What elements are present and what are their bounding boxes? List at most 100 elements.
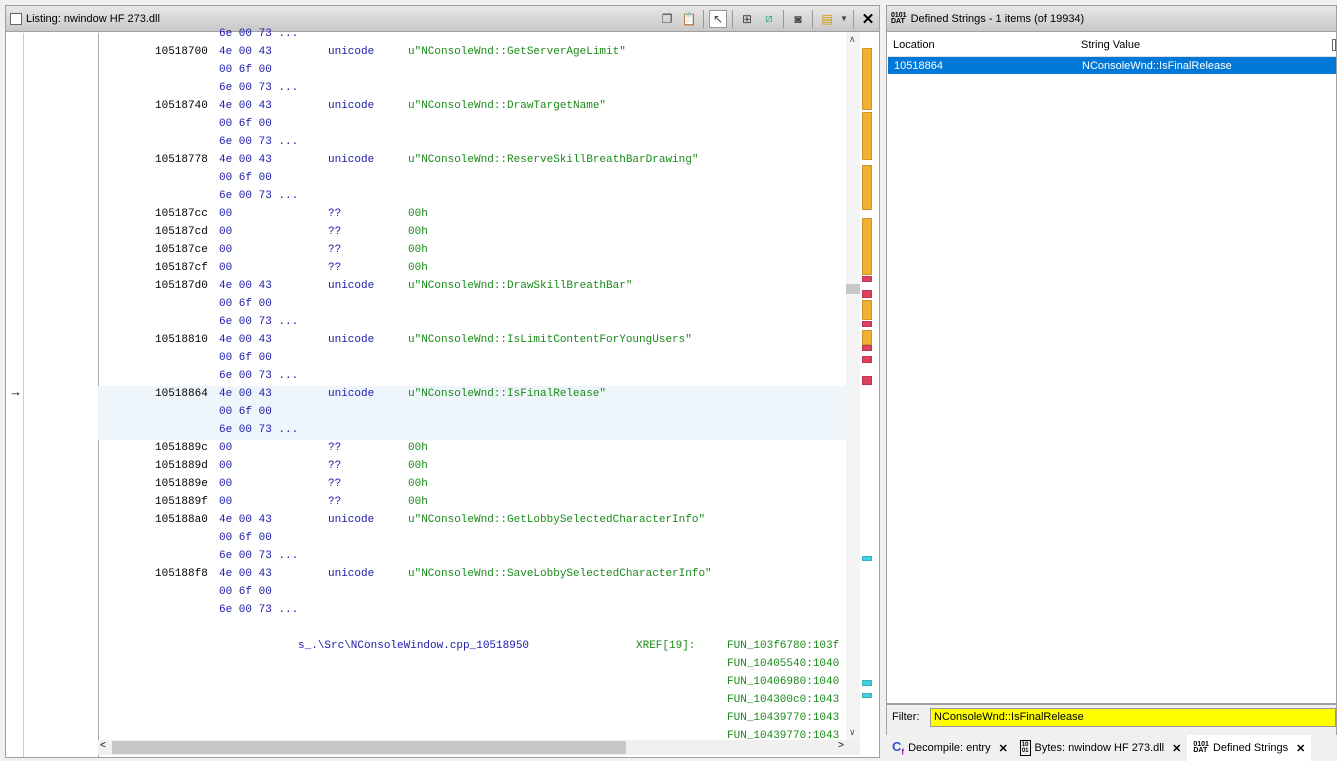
listing-address[interactable]: 105187ce (155, 244, 208, 256)
listing-mnemonic[interactable]: unicode (328, 388, 374, 400)
listing-mnemonic[interactable]: unicode (328, 280, 374, 292)
listing-operand[interactable]: 00h (408, 460, 428, 472)
listing-mnemonic[interactable]: unicode (328, 568, 374, 580)
listing-bytes[interactable]: 4e 00 43 (219, 100, 272, 112)
column-header-location[interactable]: Location (893, 39, 935, 51)
listing-bytes[interactable]: 00 6f 00 (219, 172, 272, 184)
listing-mnemonic[interactable]: ?? (328, 262, 341, 274)
close-icon[interactable]: ✕ (1172, 742, 1181, 755)
snapshot-icon[interactable]: ◙ (789, 10, 807, 28)
xref-entry[interactable]: FUN_103f6780:103f (727, 640, 839, 652)
listing-address[interactable]: 10518700 (155, 46, 208, 58)
xref-entry[interactable]: FUN_104300c0:1043 (727, 694, 839, 706)
copy-icon[interactable]: ❐ (658, 10, 676, 28)
listing-operand[interactable]: u"NConsoleWnd::GetServerAgeLimit" (408, 46, 626, 58)
listing-address[interactable]: 10518778 (155, 154, 208, 166)
listing-bytes[interactable]: 00 6f 00 (219, 532, 272, 544)
listing-bytes[interactable]: 4e 00 43 (219, 334, 272, 346)
overview-marker[interactable] (862, 330, 872, 345)
listing-bytes[interactable]: 4e 00 43 (219, 280, 272, 292)
listing-bytes[interactable]: 4e 00 43 (219, 388, 272, 400)
listing-mnemonic[interactable]: unicode (328, 100, 374, 112)
listing-address[interactable]: 105188f8 (155, 568, 208, 580)
cursor-select-icon[interactable]: ↖ (709, 9, 727, 28)
overview-marker[interactable] (862, 680, 872, 686)
listing-address[interactable]: 1051889c (155, 442, 208, 454)
listing-bytes[interactable]: 4e 00 43 (219, 568, 272, 580)
listing-mnemonic[interactable]: ?? (328, 208, 341, 220)
listing-mnemonic[interactable]: unicode (328, 514, 374, 526)
diff-icon[interactable]: ⧄ (760, 10, 778, 28)
listing-address[interactable]: 10518864 (155, 388, 208, 400)
hscroll-thumb[interactable] (112, 741, 626, 754)
overview-marker[interactable] (862, 165, 872, 210)
listing-operand[interactable]: 00h (408, 244, 428, 256)
paste-icon[interactable]: 📋 (680, 10, 698, 28)
overview-marker[interactable] (862, 693, 872, 698)
listing-bytes[interactable]: 00 (219, 460, 232, 472)
listing-address[interactable]: 105187cf (155, 262, 208, 274)
listing-bytes[interactable]: 6e 00 73 ... (219, 82, 298, 94)
tab-bytes[interactable]: 10 01 Bytes: nwindow HF 273.dll ✕ (1014, 737, 1188, 759)
listing-mnemonic[interactable]: unicode (328, 154, 374, 166)
overview-marker[interactable] (862, 276, 872, 282)
listing-bytes[interactable]: 6e 00 73 ... (219, 550, 298, 562)
listing-mnemonic[interactable]: ?? (328, 496, 341, 508)
listing-address[interactable]: 1051889e (155, 478, 208, 490)
listing-bytes[interactable]: 00 (219, 244, 232, 256)
dropdown-icon[interactable]: ▼ (840, 10, 848, 28)
listing-bytes[interactable]: 6e 00 73 ... (219, 604, 298, 616)
listing-bytes[interactable]: 6e 00 73 ... (219, 190, 298, 202)
listing-bytes[interactable]: 4e 00 43 (219, 514, 272, 526)
xref-entry[interactable]: FUN_10405540:1040 (727, 658, 839, 670)
close-icon[interactable]: ✕ (1296, 742, 1305, 755)
listing-operand[interactable]: u"NConsoleWnd::DrawSkillBreathBar" (408, 280, 632, 292)
listing-address[interactable]: 105187cc (155, 208, 208, 220)
listing-bytes[interactable]: 00 6f 00 (219, 118, 272, 130)
string-label[interactable]: s_.\Src\NConsoleWindow.cpp_10518950 (298, 640, 529, 652)
xref-entry[interactable]: FUN_10406980:1040 (727, 676, 839, 688)
listing-mnemonic[interactable]: ?? (328, 442, 341, 454)
listing-mnemonic[interactable]: ?? (328, 226, 341, 238)
listing-bytes[interactable]: 6e 00 73 ... (219, 424, 298, 436)
listing-operand[interactable]: u"NConsoleWnd::ReserveSkillBreathBarDraw… (408, 154, 698, 166)
listing-bytes[interactable]: 00 (219, 478, 232, 490)
listing-operand[interactable]: u"NConsoleWnd::GetLobbySelectedCharacter… (408, 514, 705, 526)
listing-bytes[interactable]: 00 (219, 208, 232, 220)
overview-marker[interactable] (862, 300, 872, 320)
overview-marker[interactable] (862, 290, 872, 298)
listing-vscroll[interactable]: ∧ ∨ (846, 32, 860, 740)
listing-address[interactable]: 10518740 (155, 100, 208, 112)
listing-bytes[interactable]: 6e 00 73 ... (219, 316, 298, 328)
column-header-string-value[interactable]: String Value (1081, 39, 1140, 51)
listing-mnemonic[interactable]: ?? (328, 460, 341, 472)
listing-bytes[interactable]: 00 6f 00 (219, 64, 272, 76)
column-options-icon[interactable] (1332, 38, 1336, 51)
listing-bytes[interactable]: 00 (219, 496, 232, 508)
listing-operand[interactable]: 00h (408, 208, 428, 220)
listing-bytes[interactable]: 00 6f 00 (219, 406, 272, 418)
tab-defined-strings[interactable]: 0101 DAT Defined Strings ✕ (1187, 735, 1312, 761)
listing-mnemonic[interactable]: ?? (328, 244, 341, 256)
listing-operand[interactable]: u"NConsoleWnd::IsLimitContentForYoungUse… (408, 334, 692, 346)
listing-mnemonic[interactable]: unicode (328, 46, 374, 58)
listing-bytes[interactable]: 6e 00 73 ... (219, 136, 298, 148)
table-row[interactable]: 10518864 NConsoleWnd::IsFinalRelease (888, 57, 1336, 74)
listing-bytes[interactable]: 4e 00 43 (219, 154, 272, 166)
listing-mnemonic[interactable]: ?? (328, 478, 341, 490)
listing-bytes[interactable]: 00 (219, 262, 232, 274)
xref-entry[interactable]: FUN_10439770:1043 (727, 712, 839, 724)
listing-bytes[interactable]: 00 6f 00 (219, 586, 272, 598)
listing-operand[interactable]: u"NConsoleWnd::DrawTargetName" (408, 100, 606, 112)
listing-bytes[interactable]: 00 (219, 226, 232, 238)
listing-address[interactable]: 1051889d (155, 460, 208, 472)
listing-address[interactable]: 105188a0 (155, 514, 208, 526)
listing-operand[interactable]: 00h (408, 496, 428, 508)
listing-bytes[interactable]: 00 6f 00 (219, 352, 272, 364)
overview-marker[interactable] (862, 48, 872, 110)
close-icon[interactable]: ✕ (999, 742, 1008, 755)
listing-bytes[interactable]: 4e 00 43 (219, 46, 272, 58)
listing-bytes[interactable]: 6e 00 73 ... (219, 28, 298, 40)
overview-marker[interactable] (862, 321, 872, 327)
listing-hscroll[interactable]: < > (98, 740, 860, 755)
